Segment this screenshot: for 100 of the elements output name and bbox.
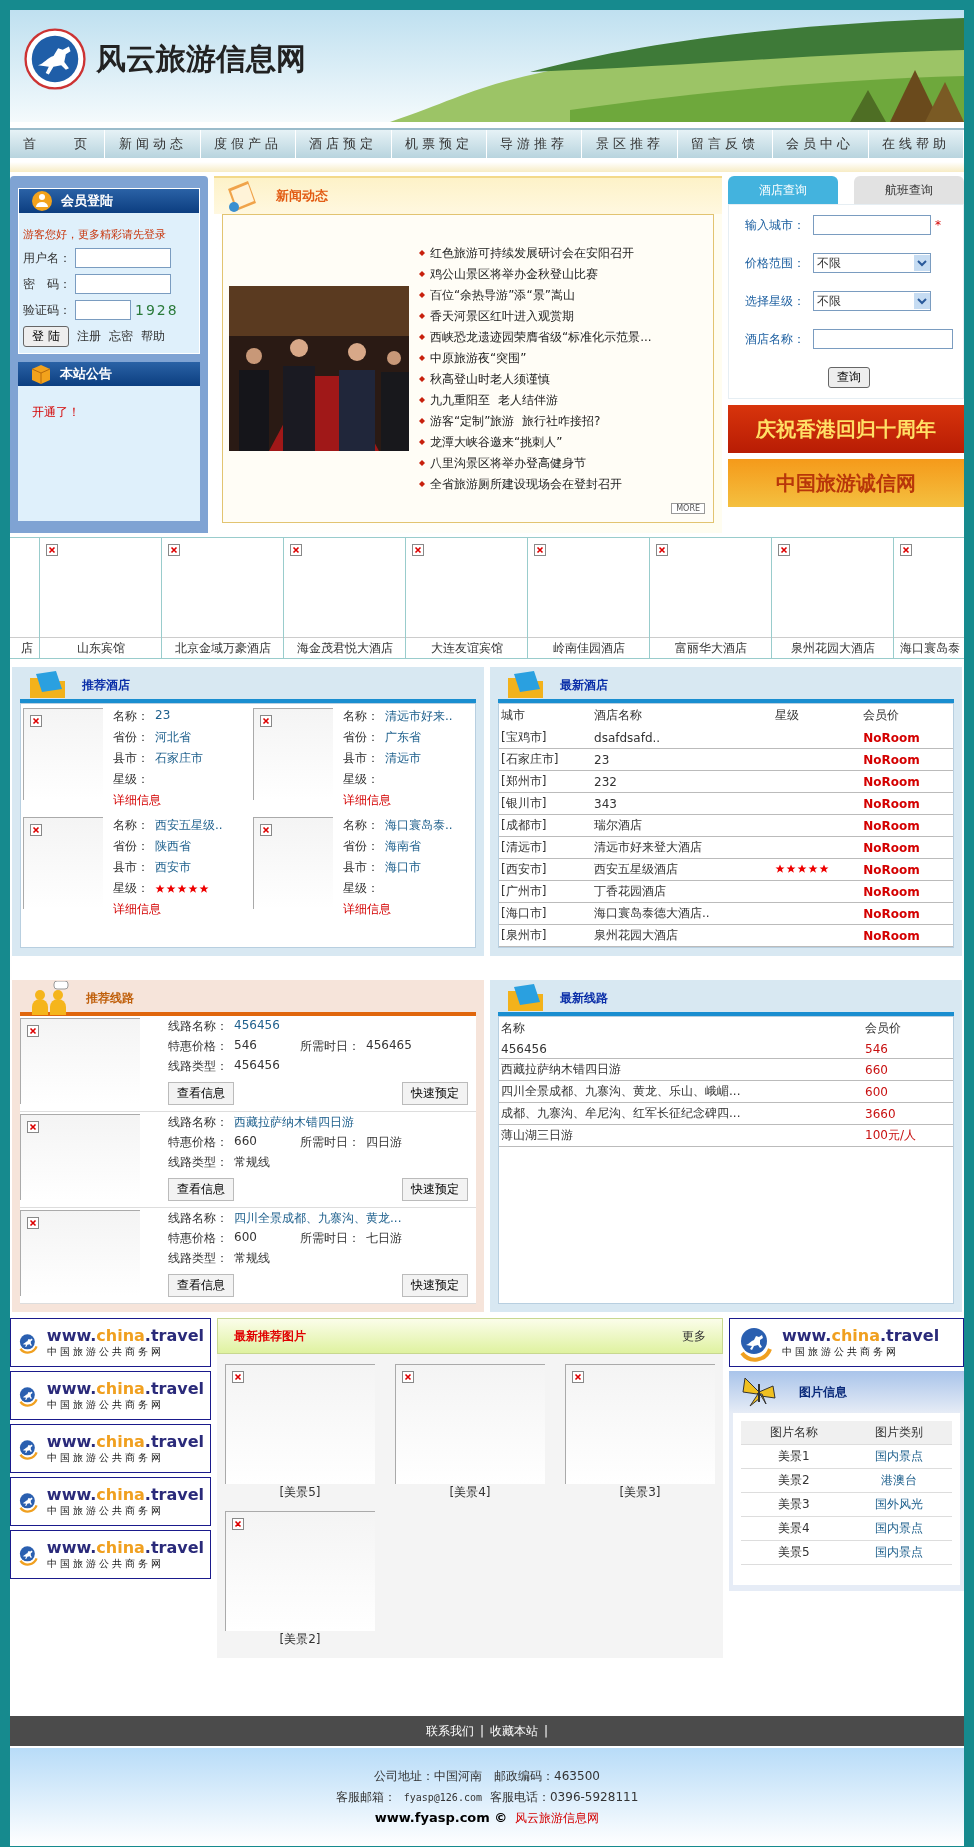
ad-banner[interactable]: www.china.travel 中国旅游公共商务网 (729, 1318, 964, 1367)
hotel-name[interactable]: 北京金域万豪酒店 (162, 638, 283, 658)
table-cell[interactable]: 瑞尔酒店 (592, 814, 774, 837)
login-link[interactable]: 注册 (76, 328, 101, 345)
hotel-name[interactable]: 大连友谊宾馆 (406, 638, 527, 658)
input-field[interactable] (75, 248, 171, 268)
field-value[interactable]: 海口市 (385, 859, 421, 876)
table-cell[interactable]: 丁香花园酒店 (592, 880, 774, 903)
table-cell[interactable]: 海口寰岛泰德大酒店.. (592, 902, 774, 925)
table-cell[interactable]: 美景4 (741, 1516, 847, 1541)
news-link[interactable]: 香天河景区红叶进入观赏期 (419, 307, 652, 325)
field-value[interactable]: 广东省 (385, 729, 421, 746)
input-field[interactable] (813, 215, 931, 235)
table-cell[interactable]: 泉州花园大酒店 (592, 924, 774, 947)
hotel-name[interactable]: 海口寰岛泰 (894, 638, 964, 658)
field-value[interactable]: 海口寰岛泰.. (385, 817, 453, 834)
table-cell[interactable]: 国内景点 (846, 1444, 952, 1469)
footer-link[interactable]: 联系我们 (425, 1722, 474, 1740)
field-value[interactable]: 西安五星级.. (155, 817, 223, 834)
table-cell[interactable]: 清远市好来登大酒店 (592, 836, 774, 859)
picture-caption[interactable]: [美景2] (279, 1631, 321, 1648)
nav-link[interactable]: 导游推荐 (487, 130, 583, 158)
table-cell[interactable]: 薄山湖三日游 (499, 1124, 863, 1147)
table-cell[interactable]: 成都、九寨沟、牟尼沟、红军长征纪念碑四... (499, 1102, 863, 1125)
detail-link[interactable]: 详细信息 (343, 901, 453, 918)
news-link[interactable]: 百位“余热导游”添“景”嵩山 (419, 286, 652, 304)
news-link[interactable]: 八里沟景区将举办登高健身节 (419, 454, 652, 472)
news-link[interactable]: 全省旅游厕所建设现场会在登封召开 (419, 475, 652, 493)
login-button[interactable]: 登 陆 (23, 326, 69, 347)
select-field[interactable]: 不限 (813, 253, 931, 273)
news-link[interactable]: 鸡公山景区将举办金秋登山比赛 (419, 265, 652, 283)
login-link[interactable]: 忘密 (108, 328, 133, 345)
news-link[interactable]: 中原旅游夜“突围” (419, 349, 652, 367)
route-button[interactable]: 快速预定 (402, 1178, 468, 1201)
table-cell[interactable]: 国内景点 (846, 1516, 952, 1541)
route-button[interactable]: 快速预定 (402, 1274, 468, 1297)
search-tab[interactable]: 航班查询 (854, 176, 964, 204)
detail-link[interactable]: 详细信息 (113, 901, 223, 918)
hotel-name[interactable]: 泉州花园大酒店 (772, 638, 893, 658)
nav-link[interactable]: 酒店预定 (296, 130, 392, 158)
news-link[interactable]: 秋高登山时老人须谨慎 (419, 370, 652, 388)
table-cell[interactable]: 西藏拉萨纳木错四日游 (499, 1058, 863, 1081)
table-cell[interactable]: dsafdsafd.. (592, 727, 774, 749)
table-cell[interactable]: 四川全景成都、九寨沟、黄龙、乐山、峨嵋... (499, 1080, 863, 1103)
table-cell[interactable]: 23 (592, 748, 774, 771)
more-button[interactable]: MORE (671, 503, 705, 514)
footer-link[interactable]: 收藏本站 (490, 1722, 538, 1740)
route-name[interactable]: 西藏拉萨纳木错四日游 (234, 1114, 354, 1131)
news-link[interactable]: 九九重阳至 老人结伴游 (419, 391, 652, 409)
table-cell[interactable]: 港澳台 (846, 1468, 952, 1493)
ad-banner[interactable]: www.china.travel 中国旅游公共商务网 (10, 1424, 211, 1473)
hotel-name[interactable]: 山东宾馆 (40, 638, 161, 658)
route-button[interactable]: 查看信息 (168, 1178, 234, 1201)
field-value[interactable]: 河北省 (155, 729, 191, 746)
route-name[interactable]: 四川全景成都、九寨沟、黄龙... (234, 1210, 402, 1227)
table-cell[interactable]: 美景3 (741, 1492, 847, 1517)
select-field[interactable]: 不限 (813, 291, 931, 311)
hotel-name[interactable]: 富丽华大酒店 (650, 638, 771, 658)
nav-link[interactable]: 景区推荐 (582, 130, 678, 158)
ad-banner[interactable]: www.china.travel 中国旅游公共商务网 (10, 1318, 211, 1367)
ad-banner[interactable]: www.china.travel 中国旅游公共商务网 (10, 1530, 211, 1579)
hotel-name[interactable]: 海金茂君悦大酒店 (284, 638, 405, 658)
table-cell[interactable]: 西安五星级酒店 (592, 858, 774, 881)
input-field[interactable] (813, 329, 953, 349)
nav-link[interactable]: 机票预定 (391, 130, 488, 158)
field-value[interactable]: 23 (155, 708, 171, 725)
detail-link[interactable]: 详细信息 (113, 792, 203, 809)
site-link[interactable]: 风云旅游信息网 (515, 1809, 600, 1827)
table-cell[interactable]: 美景1 (741, 1444, 847, 1469)
nav-link[interactable]: 首 页 (10, 130, 106, 158)
field-value[interactable]: 清远市 (385, 750, 421, 767)
input-field[interactable] (75, 274, 171, 294)
table-cell[interactable]: 国外风光 (846, 1492, 952, 1517)
nav-link[interactable]: 在线帮助 (868, 130, 965, 158)
table-cell[interactable]: 232 (592, 770, 774, 793)
table-cell[interactable]: 美景5 (741, 1540, 847, 1565)
ad-banner[interactable]: 庆祝香港回归十周年 (728, 405, 964, 453)
route-button[interactable]: 快速预定 (402, 1082, 468, 1105)
detail-link[interactable]: 详细信息 (343, 792, 453, 809)
ad-banner[interactable]: www.china.travel 中国旅游公共商务网 (10, 1371, 211, 1420)
field-value[interactable]: 西安市 (155, 859, 191, 876)
field-value[interactable]: 石家庄市 (155, 750, 203, 767)
hotel-name[interactable]: 岭南佳园酒店 (528, 638, 649, 658)
hotel-name[interactable]: 店 (10, 638, 39, 658)
search-button[interactable]: 查询 (828, 367, 870, 388)
input-field[interactable] (75, 300, 131, 320)
table-cell[interactable]: 国内景点 (846, 1540, 952, 1565)
nav-link[interactable]: 留言反馈 (677, 130, 774, 158)
picture-caption[interactable]: [美景5] (279, 1484, 321, 1501)
nav-link[interactable]: 会员中心 (773, 130, 869, 158)
field-value[interactable]: 清远市好来.. (385, 708, 453, 725)
news-link[interactable]: 游客“定制”旅游 旅行社咋接招? (419, 412, 652, 430)
route-button[interactable]: 查看信息 (168, 1082, 234, 1105)
picture-caption[interactable]: [美景3] (619, 1484, 661, 1501)
news-link[interactable]: 红色旅游可持续发展研讨会在安阳召开 (419, 244, 652, 262)
table-cell[interactable]: 美景2 (741, 1468, 847, 1493)
table-cell[interactable]: 343 (592, 792, 774, 815)
route-name[interactable]: 456456 (234, 1018, 280, 1035)
ad-banner[interactable]: www.china.travel 中国旅游公共商务网 (10, 1477, 211, 1526)
nav-link[interactable]: 度假产品 (200, 130, 297, 158)
